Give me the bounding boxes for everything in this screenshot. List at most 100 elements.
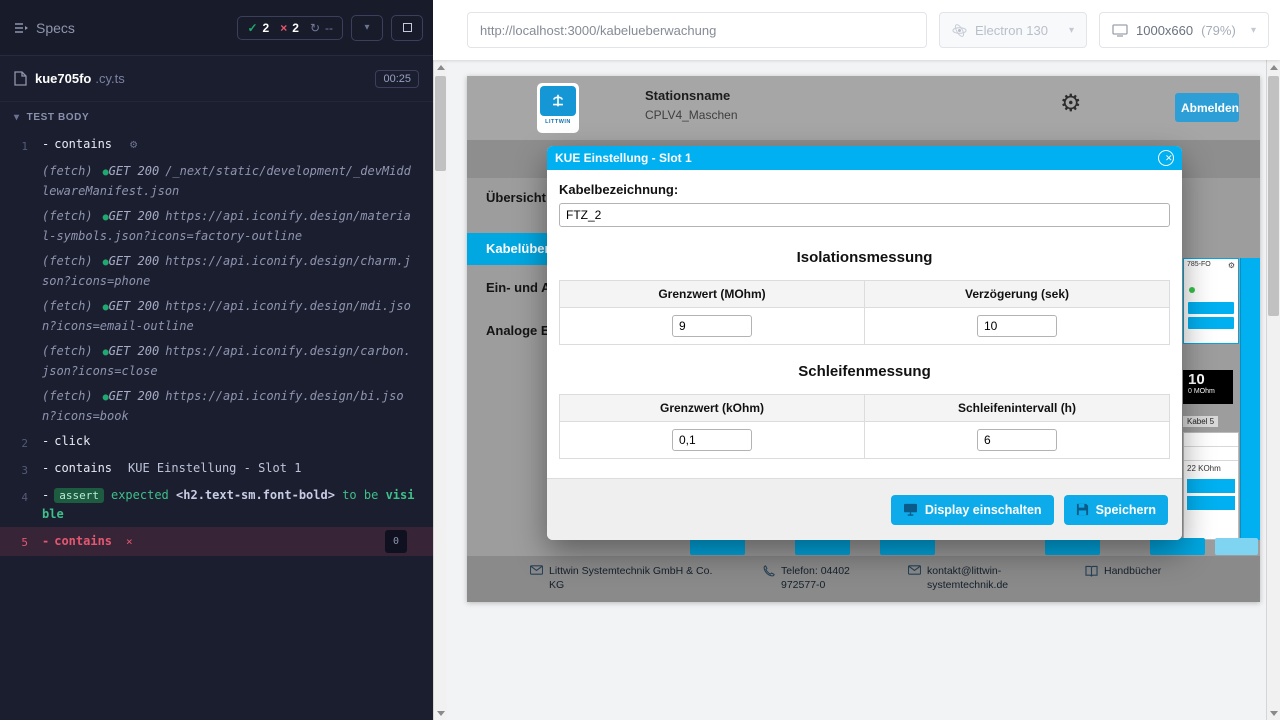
nav-item-analoge-eingaenge[interactable]: Analoge Ei bbox=[486, 323, 553, 338]
isolation-section-title: Isolationsmessung bbox=[559, 249, 1170, 266]
nav-item-uebersicht[interactable]: Übersicht bbox=[486, 190, 546, 205]
iso-delay-input[interactable] bbox=[977, 315, 1057, 337]
cyan-block bbox=[1188, 302, 1234, 314]
scroll-up-arrow[interactable] bbox=[434, 60, 447, 74]
row-number: 3 bbox=[0, 459, 42, 480]
chevron-down-icon: ▾ bbox=[1069, 25, 1074, 36]
loop-value: 22 KOhm bbox=[1184, 461, 1238, 476]
iso-col1-header: Grenzwert (MOhm) bbox=[560, 281, 865, 308]
stat-pending: ↻-- bbox=[310, 21, 333, 35]
test-body-label: TEST BODY bbox=[27, 112, 90, 123]
collapse-reporter-button[interactable]: ▾ bbox=[351, 15, 383, 41]
row-number: 5 bbox=[0, 531, 42, 552]
spec-extension: .cy.ts bbox=[95, 71, 124, 86]
main-scrollbar[interactable] bbox=[1266, 60, 1280, 720]
cyan-button-partial[interactable] bbox=[795, 538, 850, 555]
dialog-titlebar: KUE Einstellung - Slot 1 ✕ bbox=[547, 146, 1182, 170]
save-button[interactable]: Speichern bbox=[1064, 495, 1168, 525]
display-icon bbox=[903, 503, 918, 516]
spec-file-row[interactable]: kue705fo .cy.ts 00:25 bbox=[0, 56, 433, 102]
cyan-button-partial[interactable] bbox=[1150, 538, 1205, 555]
command-row-contains-1[interactable]: 1 contains⚙ bbox=[0, 132, 433, 159]
display-on-button[interactable]: Display einschalten bbox=[891, 495, 1054, 525]
specs-button[interactable]: Specs bbox=[14, 20, 75, 36]
cyan-button-partial[interactable] bbox=[880, 538, 935, 555]
fetch-url: https://api.iconify.design/bi.json?icons… bbox=[42, 389, 404, 423]
reporter-scrollbar[interactable] bbox=[433, 60, 447, 720]
command-row-contains-failing[interactable]: 5 contains×0 bbox=[0, 527, 433, 556]
fetch-tag: (fetch) bbox=[42, 209, 93, 223]
spec-file-icon bbox=[14, 71, 27, 86]
loop-interval-input[interactable] bbox=[977, 429, 1057, 451]
kue-settings-dialog: KUE Einstellung - Slot 1 ✕ Kabelbezeichn… bbox=[547, 146, 1182, 540]
scroll-down-arrow[interactable] bbox=[434, 706, 447, 720]
command-row-assert[interactable]: 4 assertexpected <h2.text-sm.font-bold> … bbox=[0, 483, 433, 527]
footer-email[interactable]: kontakt@littwin-systemtechnik.de bbox=[908, 564, 1026, 592]
chevron-down-icon: ▾ bbox=[364, 22, 369, 33]
footer-phone: Telefon: 04402 972577-0 bbox=[763, 564, 881, 592]
stop-tests-button[interactable] bbox=[391, 15, 423, 41]
measure-display: 10 0 MOhm bbox=[1183, 370, 1233, 404]
cyan-button-partial[interactable] bbox=[1215, 538, 1258, 555]
test-body-toggle[interactable]: ▾ TEST BODY bbox=[0, 102, 433, 132]
loop-limit-input[interactable] bbox=[672, 429, 752, 451]
stat-passed: ✓2 bbox=[247, 21, 269, 35]
reporter-header: Specs ✓2 ×2 ↻-- ▾ bbox=[0, 0, 433, 56]
loop-table: Grenzwert (kOhm) Schleifenintervall (h) bbox=[559, 394, 1170, 459]
fetch-log-row[interactable]: (fetch)●GET 200https://api.iconify.desig… bbox=[0, 249, 433, 294]
scroll-up-arrow[interactable] bbox=[1267, 60, 1280, 74]
logo-text: LITTWIN bbox=[540, 119, 576, 125]
runner-url-bar: Electron 130 ▾ 1000x660 (79%) ▾ bbox=[433, 0, 1280, 60]
status-dot bbox=[1189, 287, 1195, 293]
cross-icon: × bbox=[280, 21, 287, 35]
fetch-status: GET 200 bbox=[109, 209, 160, 223]
logout-button[interactable]: Abmelden bbox=[1175, 93, 1239, 122]
cyan-button-partial[interactable] bbox=[690, 538, 745, 555]
viewport-size: 1000x660 bbox=[1136, 23, 1193, 38]
fetch-log-row[interactable]: (fetch)●GET 200https://api.iconify.desig… bbox=[0, 339, 433, 384]
fetch-log-row[interactable]: (fetch)●GET 200/_next/static/development… bbox=[0, 159, 433, 204]
scrollbar-thumb[interactable] bbox=[1268, 76, 1279, 316]
stat-failed: ×2 bbox=[280, 21, 299, 35]
status-dot-icon: ● bbox=[103, 212, 109, 223]
test-stats: ✓2 ×2 ↻-- bbox=[237, 16, 343, 40]
fetch-log-row[interactable]: (fetch)●GET 200https://api.iconify.desig… bbox=[0, 204, 433, 249]
scroll-down-arrow[interactable] bbox=[1267, 706, 1280, 720]
fetch-url: https://api.iconify.design/carbon.json?i… bbox=[42, 344, 411, 378]
browser-selector[interactable]: Electron 130 ▾ bbox=[939, 12, 1087, 48]
fetch-status: GET 200 bbox=[109, 344, 160, 358]
spec-name: kue705fo bbox=[35, 71, 91, 86]
status-dot-icon: ● bbox=[103, 167, 109, 178]
command-row-contains-2[interactable]: 3 contains KUE Einstellung - Slot 1 bbox=[0, 456, 433, 483]
status-dot-icon: ● bbox=[103, 302, 109, 313]
chevron-down-icon: ▾ bbox=[14, 112, 20, 123]
cable-name-input[interactable] bbox=[559, 203, 1170, 227]
command-row-click[interactable]: 2 click bbox=[0, 429, 433, 456]
assert-element: <h2.text-sm.font-bold> bbox=[176, 488, 335, 502]
loop-col2-header: Schleifenintervall (h) bbox=[865, 395, 1170, 422]
scrollbar-thumb[interactable] bbox=[435, 76, 446, 171]
browser-name: Electron 130 bbox=[975, 23, 1048, 38]
fetch-log-row[interactable]: (fetch)●GET 200https://api.iconify.desig… bbox=[0, 384, 433, 429]
cypress-reporter: Specs ✓2 ×2 ↻-- ▾ kue705fo .cy.ts 00:25 … bbox=[0, 0, 433, 720]
fetch-log-row[interactable]: (fetch)●GET 200https://api.iconify.desig… bbox=[0, 294, 433, 339]
iso-limit-input[interactable] bbox=[672, 315, 752, 337]
electron-icon bbox=[952, 23, 967, 38]
isolation-table: Grenzwert (MOhm) Verzögerung (sek) bbox=[559, 280, 1170, 345]
row-number: 2 bbox=[0, 432, 42, 453]
settings-gear-icon[interactable]: ⚙ bbox=[1060, 92, 1082, 116]
match-count-badge: 0 bbox=[385, 530, 407, 553]
loop-section-title: Schleifenmessung bbox=[559, 363, 1170, 380]
cyan-button-partial[interactable] bbox=[1045, 538, 1100, 555]
close-icon[interactable]: ✕ bbox=[1158, 150, 1174, 166]
station-name: CPLV4_Maschen bbox=[645, 108, 738, 122]
iso-col2-header: Verzögerung (sek) bbox=[865, 281, 1170, 308]
viewport-selector[interactable]: 1000x660 (79%) ▾ bbox=[1099, 12, 1269, 48]
check-icon: ✓ bbox=[247, 21, 257, 35]
command-name: contains bbox=[42, 532, 112, 551]
command-name: contains bbox=[42, 461, 112, 475]
assert-badge: assert bbox=[54, 488, 104, 503]
url-input[interactable] bbox=[467, 12, 927, 48]
command-argument: KUE Einstellung - Slot 1 bbox=[128, 461, 301, 475]
footer-manuals-link[interactable]: Handbücher bbox=[1085, 564, 1161, 578]
